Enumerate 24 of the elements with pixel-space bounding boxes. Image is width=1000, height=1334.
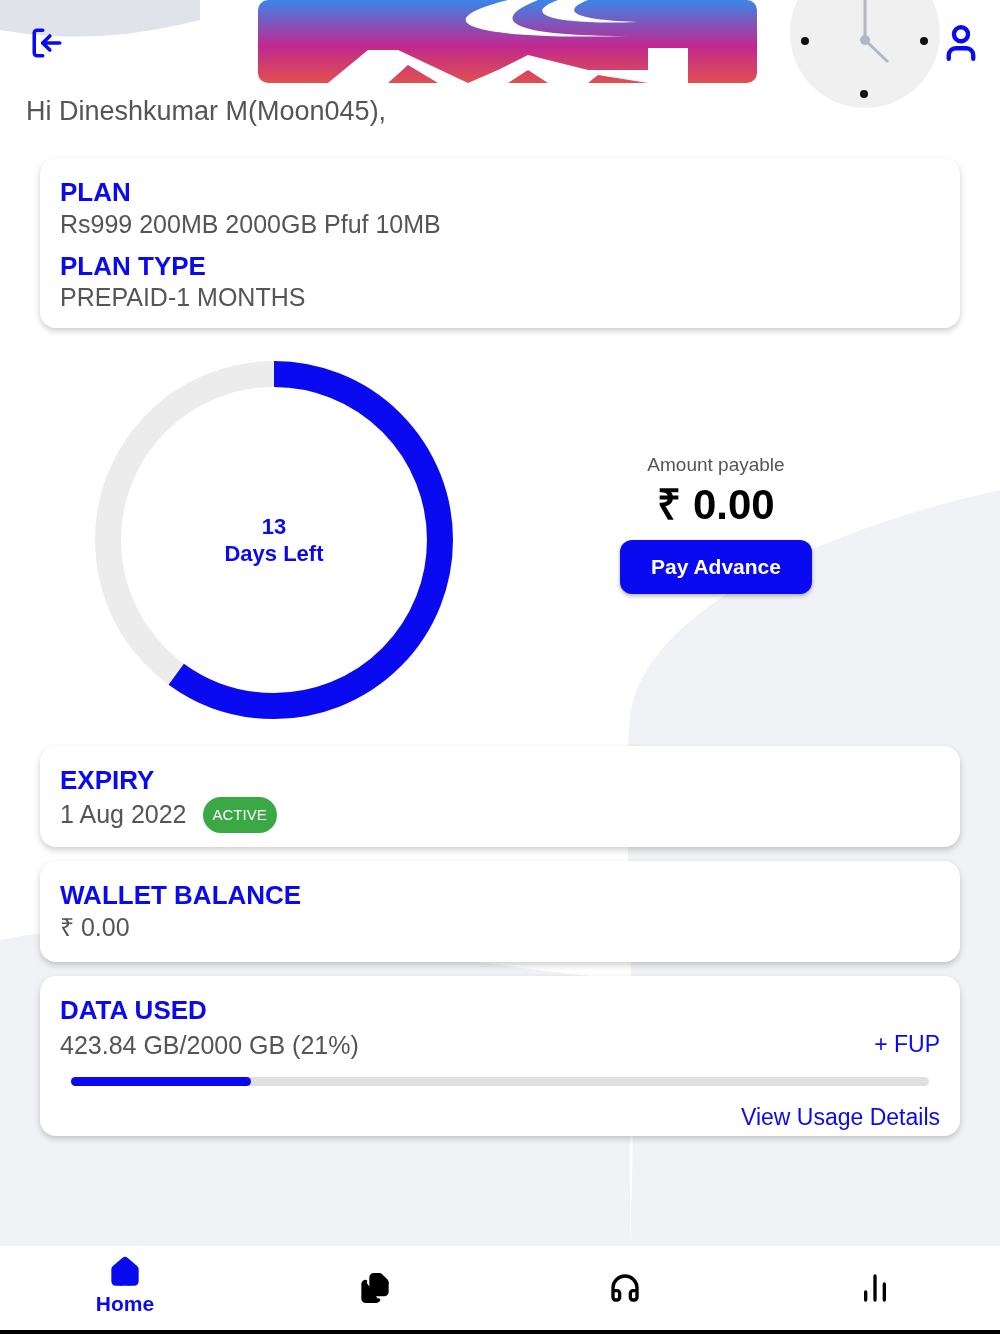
pay-advance-button[interactable]: Pay Advance — [620, 539, 812, 594]
status-badge: ACTIVE — [202, 796, 277, 833]
support-icon — [609, 1272, 641, 1304]
days-left-label: Days Left — [224, 540, 324, 568]
card-title: DATA USED — [60, 994, 208, 1027]
card-title: PLAN TYPE — [60, 249, 207, 283]
view-usage-link[interactable]: View Usage Details — [741, 1100, 940, 1135]
card-value: PREPAID-1 MONTHS — [60, 282, 307, 314]
card-title: WALLET BALANCE — [60, 879, 303, 912]
card-value: 1 Aug 2022 — [60, 799, 187, 831]
card-value: Rs999 200MB 2000GB Pfuf 10MB — [60, 208, 442, 240]
days-count: 13 — [261, 512, 287, 540]
home-icon — [109, 1256, 141, 1289]
documents-icon — [359, 1272, 391, 1304]
amount-label: Amount payable — [647, 452, 785, 477]
amount-value: ₹ 0.00 — [657, 480, 775, 530]
nav-tab[interactable]: Home — [0, 1246, 250, 1330]
fup-link[interactable]: + FUP — [874, 1026, 940, 1061]
card-value: ₹ 0.00 — [60, 911, 131, 943]
card-title: PLAN — [60, 176, 132, 209]
card-value: 423.84 GB/2000 GB (21%) — [60, 1029, 359, 1061]
greeting-text: Hi Dineshkumar M(Moon045), — [26, 98, 387, 125]
card-title: EXPIRY — [60, 764, 156, 797]
logout-icon[interactable] — [30, 26, 64, 60]
